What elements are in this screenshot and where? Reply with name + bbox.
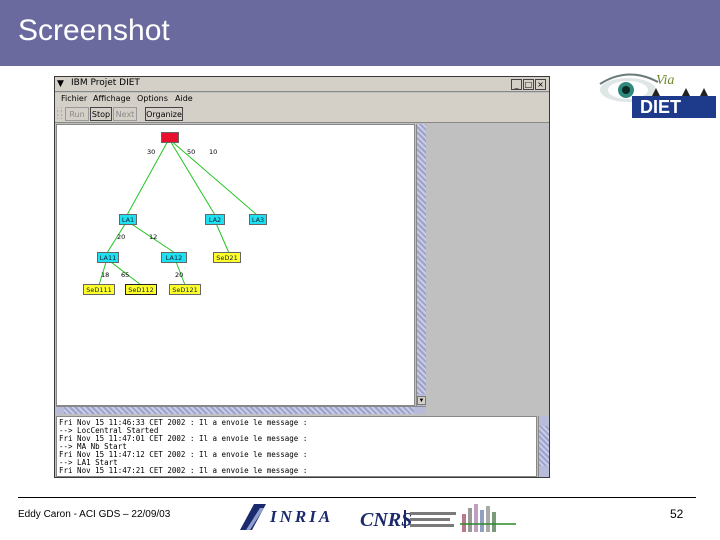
- slide-title: Screenshot: [18, 14, 170, 47]
- tree-edges: [98, 138, 258, 286]
- window-titlebar[interactable]: ▼ IBM Projet DIET _ □ ×: [55, 77, 549, 92]
- window-menu-icon[interactable]: ▼: [57, 79, 67, 89]
- stop-button[interactable]: Stop: [90, 107, 112, 121]
- footer-author: Eddy Caron - ACI GDS – 22/09/03: [18, 509, 171, 520]
- tree-node-la1[interactable]: LA1: [119, 214, 137, 225]
- menubar: Fichier Affichage Options Aide: [55, 93, 549, 106]
- lab-logo: [460, 500, 516, 536]
- edge-label: 12: [149, 233, 158, 241]
- app-window: ▼ IBM Projet DIET _ □ × Fichier Affichag…: [54, 76, 550, 478]
- side-panel: [427, 124, 549, 414]
- scroll-down-arrow-icon[interactable]: ▼: [417, 396, 426, 405]
- edge-label: 20: [175, 271, 184, 279]
- log-line: Fri Nov 15 11:47:21 CET 2002 : Il a envo…: [59, 466, 308, 475]
- tree-node-la3[interactable]: LA3: [249, 214, 267, 225]
- menu-fichier[interactable]: Fichier: [61, 94, 87, 103]
- log-vertical-scrollbar[interactable]: [538, 416, 549, 477]
- tree-node-la2[interactable]: LA2: [205, 214, 225, 225]
- edge-label: 30: [147, 148, 156, 156]
- log-scroll-thumb[interactable]: [539, 426, 549, 466]
- next-button[interactable]: Next: [113, 107, 137, 121]
- cnrs-logo: CNRS: [360, 500, 460, 536]
- svg-text:Via: Via: [656, 73, 674, 88]
- close-icon[interactable]: ×: [535, 79, 546, 90]
- canvas-horizontal-scrollbar[interactable]: [56, 406, 426, 414]
- via-diet-logo: Via DIET: [592, 66, 720, 122]
- canvas-vertical-scrollbar[interactable]: ▼: [416, 124, 426, 406]
- canvas-vertical-scroll-thumb[interactable]: [417, 124, 426, 394]
- menu-options[interactable]: Options: [137, 94, 168, 103]
- organize-button[interactable]: Organize: [145, 107, 183, 121]
- tree-node-la11[interactable]: LA11: [97, 252, 119, 263]
- tree-node-sed21[interactable]: SeD21: [213, 252, 241, 263]
- edge-label: 10: [209, 148, 218, 156]
- canvas-horizontal-scroll-thumb[interactable]: [64, 407, 414, 414]
- message-log[interactable]: Fri Nov 15 11:46:33 CET 2002 : Il a envo…: [56, 416, 537, 477]
- edge-label: 50: [187, 148, 196, 156]
- edge-label: 20: [117, 233, 126, 241]
- edge-label: 18: [101, 271, 110, 279]
- svg-text:DIET: DIET: [640, 97, 681, 117]
- inria-wordmark: INRIA: [270, 507, 334, 526]
- toolbar: : :: :: : Run Stop Next Organize: [55, 106, 549, 123]
- menu-affichage[interactable]: Affichage: [93, 94, 131, 103]
- edge-label: 65: [121, 271, 130, 279]
- root-node[interactable]: [161, 132, 179, 143]
- toolbar-grip-icon[interactable]: : :: :: :: [57, 107, 63, 121]
- tree-node-sed112[interactable]: SeD112: [125, 284, 157, 295]
- maximize-icon[interactable]: □: [523, 79, 534, 90]
- menu-aide[interactable]: Aide: [175, 94, 193, 103]
- tree-node-la12[interactable]: LA12: [161, 252, 187, 263]
- tree-node-sed121[interactable]: SeD121: [169, 284, 201, 295]
- tree-node-sed111[interactable]: SeD111: [83, 284, 115, 295]
- window-title: IBM Projet DIET: [71, 78, 140, 88]
- minimize-icon[interactable]: _: [511, 79, 522, 90]
- tree-canvas[interactable]: LA1 LA2 LA3 LA11 LA12 SeD21 SeD111 SeD11…: [56, 124, 415, 406]
- page-number: 52: [670, 507, 684, 521]
- footer-divider: [18, 497, 696, 498]
- run-button[interactable]: Run: [65, 107, 89, 121]
- slide-header: Screenshot: [0, 0, 720, 66]
